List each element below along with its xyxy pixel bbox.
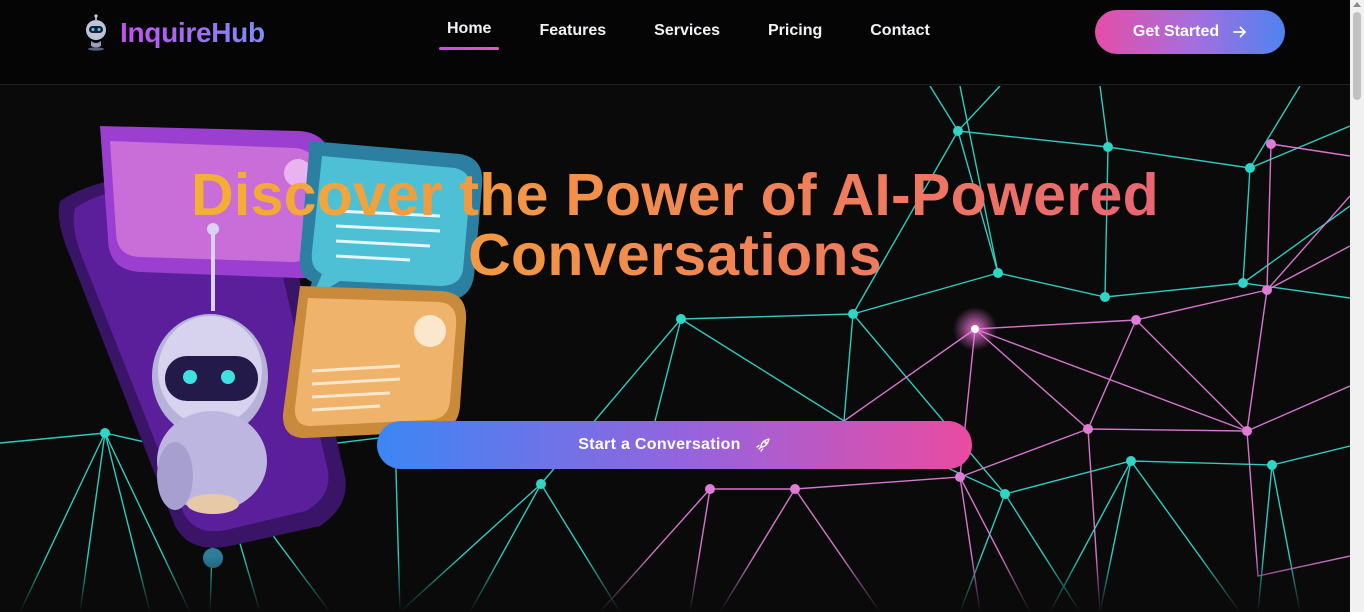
nav-item-services[interactable]: Services [654, 0, 720, 85]
hero-headline-line1: Discover the Power of AI-Powered [0, 165, 1350, 225]
start-conversation-button[interactable]: Start a Conversation [377, 421, 972, 469]
nav-item-label: Services [654, 22, 720, 39]
start-conversation-label: Start a Conversation [578, 436, 741, 453]
nav-links: Home Features Services Pricing Contact [439, 0, 970, 85]
get-started-button[interactable]: Get Started [1095, 10, 1285, 54]
nav-item-label: Pricing [768, 22, 823, 39]
robot-head-icon [86, 14, 106, 51]
hero-headline-line2: Conversations [0, 225, 1350, 285]
navbar: InquireHub Home Features Services Pricin… [0, 0, 1350, 85]
hero-section: Discover the Power of AI-Powered Convers… [0, 86, 1350, 612]
nav-item-label: Features [539, 22, 607, 39]
brand-name: InquireHub [120, 17, 265, 48]
nav-item-contact[interactable]: Contact [870, 0, 930, 85]
nav-item-features[interactable]: Features [539, 0, 606, 85]
scrollbar-thumb[interactable] [1353, 12, 1361, 100]
nav-item-pricing[interactable]: Pricing [768, 0, 822, 85]
rocket-icon [756, 438, 770, 452]
arrow-right-icon [1233, 26, 1247, 38]
brand[interactable]: InquireHub [84, 14, 265, 52]
nav-item-home[interactable]: Home [439, 0, 500, 85]
nav-item-label: Home [447, 20, 492, 37]
nav-item-label: Contact [870, 22, 930, 39]
scroll-up-arrow-icon[interactable] [1353, 2, 1361, 7]
scrollbar[interactable] [1350, 0, 1364, 612]
get-started-label: Get Started [1132, 23, 1220, 40]
